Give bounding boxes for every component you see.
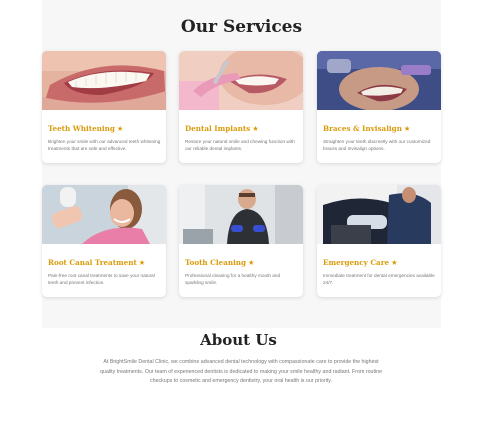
star-icon: ★	[403, 124, 411, 133]
service-card-title: Tooth Cleaning ★	[185, 258, 255, 267]
service-card-description: Immediate treatment for dental emergenci…	[323, 273, 435, 285]
dental-implants-image	[179, 51, 303, 110]
star-icon: ★	[248, 258, 255, 267]
service-card-teeth-whitening[interactable]: Teeth Whitening ★ Brighten your smile wit…	[42, 51, 166, 163]
service-card-title: Root Canal Treatment ★	[48, 258, 146, 267]
service-card-description: Straighten your teeth discreetly with ou…	[323, 139, 431, 151]
services-section: Our Services Teeth Whitening ★ Brighten y…	[42, 0, 441, 328]
service-card-title: Emergency Care ★	[323, 258, 398, 267]
emergency-care-image	[317, 185, 441, 244]
services-heading: Our Services	[180, 17, 303, 37]
star-icon: ★	[138, 258, 146, 267]
service-card-description: Restore your natural smile and chewing f…	[185, 139, 295, 151]
star-icon: ★	[252, 124, 259, 133]
star-icon: ★	[391, 258, 398, 267]
root-canal-image	[42, 185, 166, 244]
braces-invisalign-image	[317, 51, 441, 110]
service-card-description: Professional cleaning for a healthy mout…	[185, 273, 281, 285]
tooth-cleaning-image	[179, 185, 303, 244]
service-card-dental-implants[interactable]: Dental Implants ★ Restore your natural sm…	[179, 51, 303, 163]
service-card-description: Pain-free root canal treatments to save …	[48, 273, 155, 285]
service-card-title: Braces & Invisalign ★	[323, 124, 411, 133]
service-card-root-canal[interactable]: Root Canal Treatment ★ Pain-free root can…	[42, 185, 166, 297]
about-paragraph: At BrightSmile Dental Clinic, we combine…	[99, 359, 383, 384]
star-icon: ★	[116, 124, 124, 133]
service-card-emergency-care[interactable]: Emergency Care ★ Immediate treatment for …	[317, 185, 441, 297]
about-heading: About Us	[200, 331, 277, 349]
teeth-whitening-image	[42, 51, 166, 110]
service-card-tooth-cleaning[interactable]: Tooth Cleaning ★ Professional cleaning fo…	[179, 185, 303, 297]
service-card-title: Teeth Whitening ★	[48, 124, 124, 133]
service-card-description: Brighten your smile with our advanced te…	[48, 139, 161, 151]
service-card-braces-invisalign[interactable]: Braces & Invisalign ★ Straighten your tee…	[317, 51, 441, 163]
service-card-title: Dental Implants ★	[185, 124, 259, 133]
